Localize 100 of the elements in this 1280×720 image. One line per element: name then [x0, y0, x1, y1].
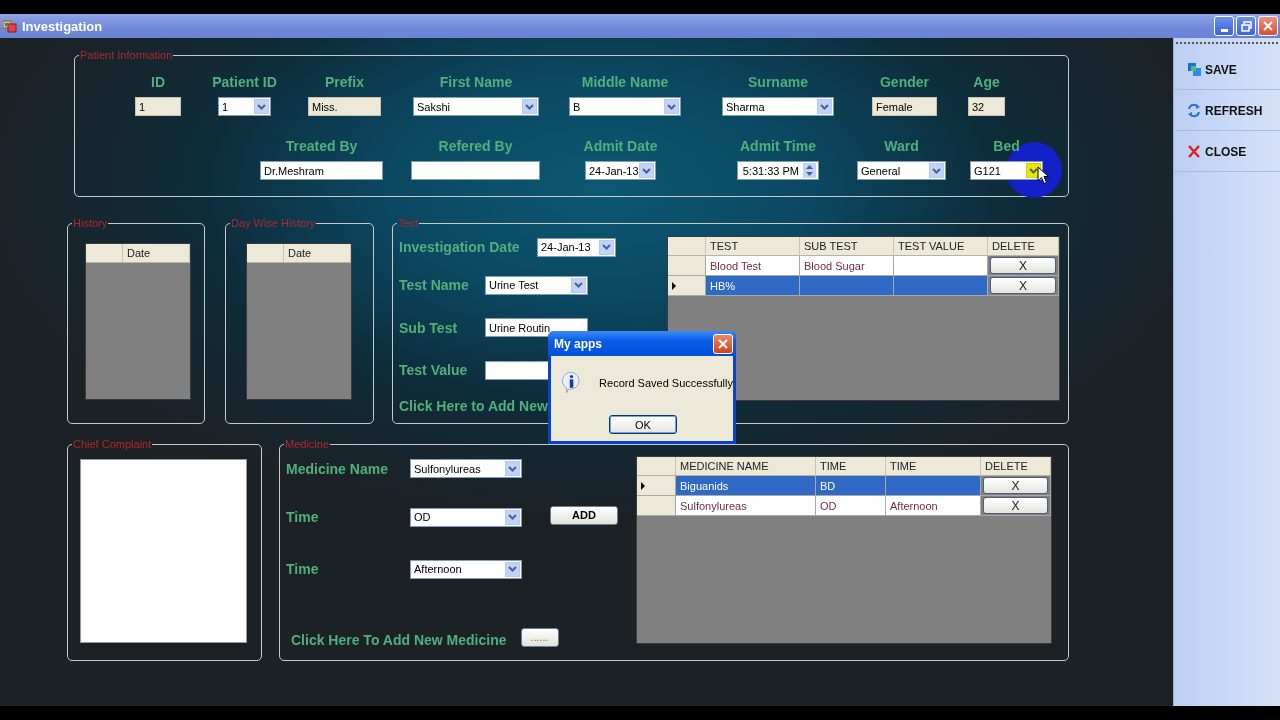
field-label: Age [973, 74, 1000, 90]
browse-button[interactable]: ...... [520, 627, 559, 647]
chevron-down-icon [667, 103, 676, 110]
window-title: Investigation [22, 18, 104, 34]
column-header[interactable]: TEST VALUE [894, 237, 988, 256]
text-field[interactable]: Dr.Meshram [260, 161, 383, 180]
column-header[interactable]: Date [123, 244, 190, 263]
field-label: Bed [993, 138, 1020, 154]
text-field[interactable]: Female [872, 97, 937, 116]
row-header[interactable] [637, 476, 676, 496]
dropdown-field[interactable]: Sulfonylureas [410, 459, 522, 478]
dropdown-field[interactable]: Sharma [722, 97, 834, 116]
column-header[interactable]: DELETE [981, 457, 1051, 476]
chevron-down-icon [1029, 167, 1038, 174]
chevron-down-icon [574, 282, 583, 288]
row-pointer-icon [641, 481, 645, 490]
field-label: Middle Name [581, 74, 669, 90]
spin-arrows-icon [803, 163, 816, 178]
header-corner [637, 457, 676, 476]
chevron-down-icon [602, 244, 611, 250]
text-field[interactable] [411, 161, 540, 180]
field-label: First Name [439, 74, 513, 90]
chevron-down-icon [820, 103, 829, 110]
minimize-button[interactable] [1214, 16, 1234, 36]
close-icon [1187, 144, 1202, 159]
row-header[interactable] [668, 276, 706, 296]
field-label: Patient ID [212, 74, 277, 90]
dropdown-field[interactable]: Afternoon [410, 559, 522, 579]
add-button[interactable]: ADD [550, 505, 618, 525]
column-header[interactable]: MEDICINE NAME [676, 457, 816, 476]
group-title: History [72, 217, 109, 230]
dropdown-field[interactable]: G121 [970, 161, 1043, 180]
delete-button[interactable]: X [983, 477, 1048, 494]
dropdown-field[interactable]: 24-Jan-13 [537, 237, 616, 257]
text-field[interactable]: 32 [968, 97, 1005, 116]
group-title: Day Wise History [230, 217, 317, 230]
group-title: Chief Complaint [72, 438, 153, 451]
field-label: Treated By [285, 138, 358, 154]
field-label: Medicine Name [286, 460, 389, 477]
dropdown-field[interactable]: 24-Jan-13 [585, 161, 656, 180]
text-field[interactable]: Miss. [308, 97, 381, 116]
save-icon [1187, 62, 1202, 77]
field-label: Investigation Date [399, 239, 521, 255]
text-field[interactable]: 1 [135, 97, 181, 116]
field-label: Ward [884, 138, 919, 154]
column-header[interactable]: TIME [886, 457, 981, 476]
column-header[interactable]: TIME [816, 457, 886, 476]
refresh-button[interactable]: REFRESH [1174, 91, 1280, 131]
field-label: Sub Test [399, 319, 459, 336]
row-pointer-icon [672, 281, 676, 290]
chevron-down-icon [508, 566, 517, 572]
field-label: Surname [748, 74, 808, 90]
field-label: Time [286, 509, 320, 525]
add-new-link[interactable]: Click Here to Add New [399, 398, 548, 414]
field-label: Test Value [399, 362, 469, 378]
pointer-icon [1037, 166, 1049, 185]
save-button[interactable]: SAVE [1174, 50, 1280, 90]
field-label: Admit Time [740, 138, 816, 154]
group-title: Test [397, 217, 420, 230]
field-label: Gender [880, 74, 929, 90]
dropdown-field[interactable]: OD [410, 507, 522, 527]
column-header[interactable]: TEST [706, 237, 800, 256]
time-field[interactable]: 5:31:33 PM [737, 161, 819, 180]
field-label: Admit Date [583, 138, 658, 154]
complaint-field[interactable] [80, 459, 247, 643]
field-label: Test Name [399, 277, 470, 293]
dialog-message: Record Saved Successfully [599, 376, 733, 389]
table-cell: OD [816, 496, 886, 516]
chevron-down-icon [257, 103, 266, 110]
dropdown-field[interactable]: Urine Test [485, 275, 588, 295]
header-corner [668, 237, 706, 256]
table-cell: BD [816, 476, 886, 496]
column-header[interactable]: Date [284, 244, 351, 263]
add-new-link[interactable]: Click Here To Add New Medicine [291, 632, 507, 648]
dropdown-field[interactable]: Sakshi [413, 97, 539, 116]
restore-button[interactable] [1236, 16, 1256, 36]
dropdown-field[interactable]: 1 [218, 97, 271, 116]
close-icon [718, 338, 728, 349]
minimize-icon [1220, 28, 1228, 32]
group-title: Medicine [284, 438, 331, 451]
field-label: ID [151, 74, 165, 90]
table-cell: Blood Test [706, 256, 800, 276]
refresh-icon [1187, 103, 1202, 118]
close-button[interactable] [1258, 16, 1278, 36]
chevron-down-icon [508, 514, 517, 520]
table-cell: HB% [706, 276, 800, 296]
column-header[interactable]: SUB TEST [800, 237, 894, 256]
ok-button[interactable]: OK [609, 415, 677, 434]
delete-button[interactable]: X [983, 497, 1048, 514]
close-button[interactable] [713, 333, 733, 354]
column-header[interactable]: DELETE [988, 237, 1059, 256]
close-icon [1263, 21, 1273, 31]
chevron-down-icon [508, 465, 517, 472]
app-icon [3, 19, 17, 33]
dropdown-field[interactable]: General [857, 161, 946, 180]
chevron-down-icon [525, 103, 534, 110]
group-title: Patient Information [79, 49, 174, 62]
dropdown-field[interactable]: B [569, 97, 681, 116]
chevron-down-icon [932, 167, 941, 174]
close-button[interactable]: CLOSE [1174, 132, 1280, 172]
